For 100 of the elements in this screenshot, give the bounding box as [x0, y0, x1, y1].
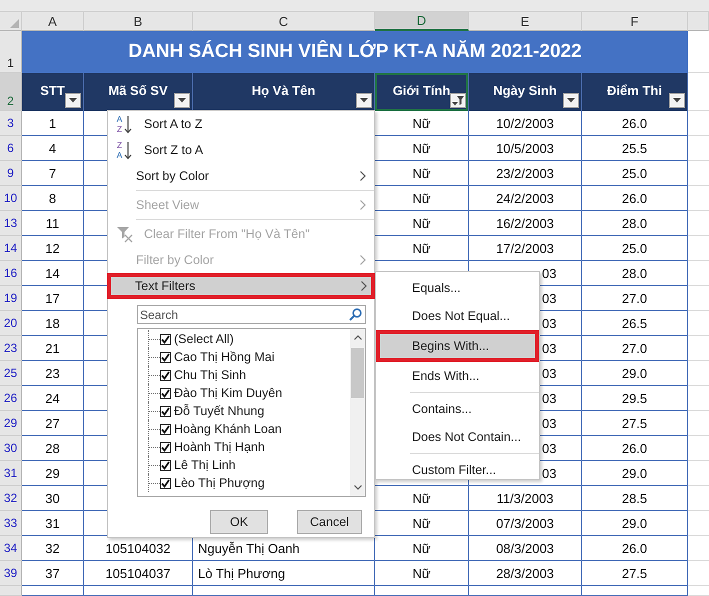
table-cell: 37 — [22, 561, 84, 586]
row-number[interactable]: 20 — [0, 311, 22, 336]
filter-dropdown-button[interactable] — [65, 93, 81, 108]
ok-button[interactable]: OK — [210, 510, 268, 534]
row-number[interactable]: 32 — [0, 486, 22, 511]
value-label[interactable]: Hoàng Khánh Loan — [174, 422, 282, 436]
column-header[interactable]: A — [22, 12, 84, 31]
row-number[interactable]: 33 — [0, 511, 22, 536]
menu-item[interactable]: Custom Filter... — [376, 456, 539, 484]
table-cell: 32 — [22, 536, 84, 561]
scroll-down-icon[interactable] — [354, 485, 362, 490]
row-number[interactable]: 16 — [0, 261, 22, 286]
column-header[interactable]: C — [193, 12, 375, 31]
table-cell: 29 — [22, 461, 84, 486]
menu-item[interactable]: Begins With... — [376, 330, 539, 362]
heading-text: Giới Tính — [392, 83, 450, 98]
table-cell: 26.0 — [582, 186, 688, 211]
table-cell: Nữ — [375, 561, 469, 586]
table-cell: 29.0 — [582, 361, 688, 386]
checkbox[interactable] — [160, 334, 171, 344]
filter-dropdown-button[interactable] — [356, 93, 372, 108]
value-label[interactable]: Lê Thị Linh — [174, 458, 236, 472]
menu-item[interactable]: Text Filters — [107, 273, 375, 299]
filter-funnel-icon — [452, 96, 464, 106]
corner-cell[interactable] — [0, 12, 22, 31]
table-cell: 28.0 — [582, 261, 688, 286]
chevron-right-icon — [360, 200, 366, 210]
caret-down-icon — [69, 98, 77, 103]
table-cell: 26.0 — [582, 536, 688, 561]
checkbox[interactable] — [160, 370, 171, 380]
column-header[interactable]: E — [469, 12, 582, 31]
column-header[interactable]: D — [375, 12, 469, 31]
table-cell: 12 — [22, 236, 84, 261]
value-label[interactable]: Lèo Thị Phượng — [174, 476, 265, 490]
table-cell: 10/5/2003 — [469, 136, 582, 161]
table-cell: 17 — [22, 286, 84, 311]
row-number[interactable]: 13 — [0, 211, 22, 236]
row-number[interactable]: 26 — [0, 386, 22, 411]
filter-dropdown-button[interactable] — [563, 93, 579, 108]
table-cell: 16/2/2003 — [469, 211, 582, 236]
row-number[interactable]: 1 — [0, 31, 22, 73]
value-label[interactable]: Đào Thị Kim Duyên — [174, 386, 282, 400]
scroll-thumb[interactable] — [351, 348, 364, 398]
value-label[interactable]: Đỗ Tuyết Nhung — [174, 404, 264, 418]
scrollbar[interactable] — [350, 329, 365, 496]
column-header[interactable]: F — [582, 12, 688, 31]
row-number[interactable]: 3 — [0, 111, 22, 136]
table-cell: 31 — [22, 511, 84, 536]
row-number[interactable]: 14 — [0, 236, 22, 261]
table-cell: 25.0 — [582, 236, 688, 261]
scroll-up-icon[interactable] — [354, 335, 362, 340]
row-number[interactable]: 30 — [0, 436, 22, 461]
filter-dropdown-button[interactable] — [450, 93, 466, 108]
search-field[interactable]: Search — [137, 305, 366, 324]
row-number[interactable]: 2 — [0, 73, 22, 111]
table-cell: 29.5 — [582, 386, 688, 411]
cancel-button[interactable]: Cancel — [297, 510, 362, 534]
filter-dropdown-button[interactable] — [669, 93, 685, 108]
menu-item[interactable]: A Z Sort A to Z — [108, 111, 374, 137]
checkbox[interactable] — [160, 478, 171, 488]
table-cell: 23 — [22, 361, 84, 386]
value-label[interactable]: Chu Thị Sinh — [174, 368, 246, 382]
filter-dropdown-button[interactable] — [174, 93, 190, 108]
checkbox[interactable] — [160, 460, 171, 470]
row-number[interactable]: 39 — [0, 561, 22, 586]
table-cell: Lò Thị Phương — [193, 561, 375, 586]
table-cell: 27.5 — [582, 411, 688, 436]
checkbox[interactable] — [160, 442, 171, 452]
value-label[interactable]: Hoành Thị Hạnh — [174, 440, 265, 454]
checkbox[interactable] — [160, 406, 171, 416]
checkbox[interactable] — [160, 352, 171, 362]
caret-down-icon — [567, 98, 575, 103]
table-cell: 26.0 — [582, 436, 688, 461]
table-cell: 1 — [22, 111, 84, 136]
row-number[interactable]: 29 — [0, 411, 22, 436]
checkbox[interactable] — [160, 388, 171, 398]
row-number[interactable]: 10 — [0, 186, 22, 211]
table-cell: 29.0 — [582, 511, 688, 536]
sheet-title: DANH SÁCH SINH VIÊN LỚP KT-A NĂM 2021-2022 — [22, 31, 688, 73]
checkbox[interactable] — [160, 424, 171, 434]
row-number[interactable]: 6 — [0, 136, 22, 161]
table-cell: 18 — [22, 311, 84, 336]
table-cell: 23/2/2003 — [469, 161, 582, 186]
row-number[interactable]: 19 — [0, 286, 22, 311]
row-number[interactable]: 31 — [0, 461, 22, 486]
row-number[interactable]: 34 — [0, 536, 22, 561]
menu-item[interactable]: Sort by Color — [108, 163, 374, 189]
row-number[interactable]: 9 — [0, 161, 22, 186]
value-label[interactable]: Cao Thị Hồng Mai — [174, 350, 275, 364]
column-header[interactable]: B — [84, 12, 193, 31]
row-number[interactable]: 25 — [0, 361, 22, 386]
value-label[interactable]: (Select All) — [174, 332, 234, 346]
table-cell: 28 — [22, 436, 84, 461]
table-cell: 24/2/2003 — [469, 186, 582, 211]
caret-down-icon — [178, 98, 186, 103]
row-number[interactable]: 23 — [0, 336, 22, 361]
menu-item[interactable]: Z A Sort Z to A — [108, 137, 374, 163]
heading-text: Điểm Thi — [607, 83, 662, 98]
table-cell: 4 — [22, 136, 84, 161]
table-cell — [22, 586, 84, 596]
